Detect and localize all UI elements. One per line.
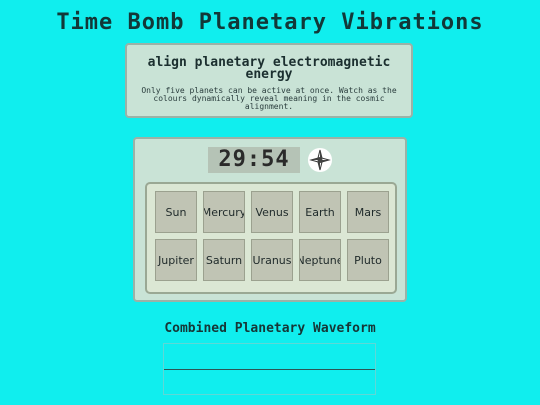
- waveform-canvas: [163, 343, 376, 395]
- app-title: Time Bomb Planetary Vibrations: [56, 10, 484, 35]
- info-card: align planetary electromagnetic energy O…: [125, 43, 413, 118]
- planet-button-mars[interactable]: Mars: [347, 191, 389, 233]
- planet-grid: Sun Mercury Venus Earth Mars Jupiter Sat…: [155, 191, 389, 281]
- waveform-line: [164, 369, 375, 370]
- planet-button-saturn[interactable]: Saturn: [203, 239, 245, 281]
- planet-grid-container: Sun Mercury Venus Earth Mars Jupiter Sat…: [145, 182, 397, 294]
- control-panel: 29:54 Sun Mercury Venus Earth Mars Jupit…: [133, 137, 407, 302]
- info-body: Only five planets can be active at once.…: [141, 86, 397, 111]
- planet-button-neptune[interactable]: Neptune: [299, 239, 341, 281]
- planet-button-mercury[interactable]: Mercury: [203, 191, 245, 233]
- info-heading: align planetary electromagnetic energy: [147, 55, 391, 82]
- planet-button-venus[interactable]: Venus: [251, 191, 293, 233]
- waveform-title: Combined Planetary Waveform: [164, 321, 376, 336]
- planet-button-uranus[interactable]: Uranus: [251, 239, 293, 281]
- countdown-timer: 29:54: [208, 147, 300, 173]
- planet-button-earth[interactable]: Earth: [299, 191, 341, 233]
- planet-button-pluto[interactable]: Pluto: [347, 239, 389, 281]
- planet-button-jupiter[interactable]: Jupiter: [155, 239, 197, 281]
- planet-button-sun[interactable]: Sun: [155, 191, 197, 233]
- compass-star-icon[interactable]: [308, 148, 332, 172]
